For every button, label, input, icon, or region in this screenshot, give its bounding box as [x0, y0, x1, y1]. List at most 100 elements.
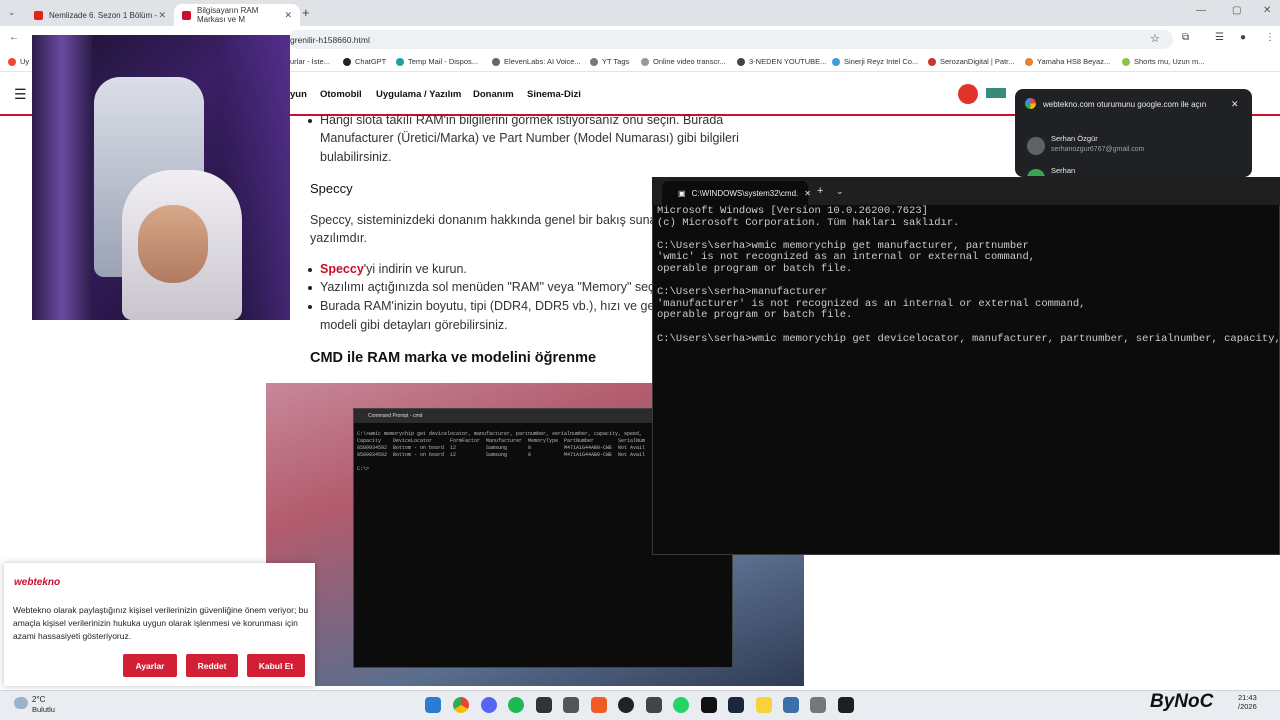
webtekno-logo: webtekno [14, 577, 61, 588]
minimize-icon[interactable]: — [1196, 5, 1206, 16]
obs-icon[interactable] [618, 697, 634, 713]
browser-tab-webtekno[interactable]: Bilgisayarın RAM Markası ve M ✕ [174, 4, 300, 26]
app-icon[interactable] [810, 697, 826, 713]
terminal-icon: ▣ [678, 188, 686, 198]
url-text[interactable]: grenilir-h158660.html [290, 35, 370, 45]
taskbar [0, 690, 1280, 720]
cmd-title: Command Prompt - cmd [368, 413, 423, 419]
whatsapp-icon[interactable] [673, 697, 689, 713]
close-icon[interactable]: ✕ [804, 189, 811, 198]
avatar [1027, 169, 1045, 176]
section-heading-speccy: Speccy [310, 181, 353, 196]
bookmark-item[interactable]: urlar - İste... [290, 57, 330, 66]
taskbar-clock[interactable]: 21:43 /2026 [1238, 693, 1257, 711]
article-text: bulabilirsiniz. [320, 150, 392, 164]
close-icon[interactable]: ✕ [284, 10, 292, 21]
article-list-item: Burada RAM'inizin boyutu, tipi (DDR4, DD… [320, 299, 662, 313]
google-account-item[interactable]: Serhan Özgür serhanozgur6767@gmail.com [1027, 134, 1227, 164]
bookmark-star-icon[interactable]: ☆ [1150, 32, 1160, 45]
steam-icon[interactable] [728, 697, 744, 713]
avatar [1027, 137, 1045, 155]
settings-sliders-icon[interactable]: ☰ [1215, 32, 1224, 43]
channel-watermark: ByNoC [1150, 691, 1214, 712]
bookmark-item[interactable]: Sinerji Reyz Intel Co... [832, 57, 918, 66]
cookie-settings-button[interactable]: Ayarlar [123, 654, 177, 677]
new-tab-icon[interactable]: + [302, 5, 310, 20]
popup-title: webtekno.com oturumunu google.com ile aç… [1043, 100, 1207, 109]
site-partner-logo [986, 88, 1006, 98]
google-signin-popup: webtekno.com oturumunu google.com ile aç… [1015, 89, 1252, 177]
article-list-item: Yazılımı açtığınızda sol menüden "RAM" v… [320, 280, 662, 294]
profile-icon[interactable]: ● [1240, 32, 1246, 43]
bookmark-item[interactable]: 3-NEDEN YOUTUBE... [737, 57, 826, 66]
app-icon[interactable] [783, 697, 799, 713]
hamburger-menu-icon[interactable]: ☰ [14, 86, 27, 103]
article-list-item: Speccy'yi indirin ve kurun. [320, 262, 467, 276]
nav-link-uygulama[interactable]: Uygulama / Yazılım [376, 89, 461, 100]
bullet-icon [308, 286, 312, 290]
terminal-line: C:\Users\serha>wmic memorychip get devic… [657, 332, 1280, 345]
streamer-face [138, 205, 208, 283]
spotify-icon[interactable] [508, 697, 524, 713]
terminal-output[interactable]: Microsoft Windows [Version 10.0.26200.76… [657, 205, 1280, 345]
terminal-icon[interactable] [838, 697, 854, 713]
window-close-icon[interactable]: ✕ [1263, 5, 1271, 16]
article-text: Manufacturer (Üretici/Marka) ve Part Num… [320, 131, 739, 145]
bookmark-item[interactable]: Online video transcr... [641, 57, 726, 66]
google-account-item[interactable]: Serhan [1027, 166, 1227, 176]
webtekno-icon [182, 10, 191, 20]
nav-link-otomobil[interactable]: Otomobil [320, 89, 362, 100]
terminal-line: C:\Users\serha>manufacturer [657, 286, 828, 299]
cookie-consent-banner: webtekno Webtekno olarak paylaştığınız k… [4, 563, 315, 686]
cookie-text: Webtekno olarak paylaştığınız kişisel ve… [13, 605, 309, 641]
address-bar[interactable] [288, 30, 1173, 49]
terminal-line: Microsoft Windows [Version 10.0.26200.76… [657, 205, 928, 217]
cookie-accept-button[interactable]: Kabul Et [247, 654, 305, 677]
chevron-down-icon[interactable]: ⌄ [836, 186, 844, 197]
bookmark-item[interactable]: Temp Mail - Dispos... [396, 57, 478, 66]
close-icon[interactable]: ✕ [158, 10, 166, 21]
audio-icon[interactable] [646, 697, 662, 713]
webcam-overlay [32, 35, 290, 320]
nav-link-donanim[interactable]: Donanım [473, 89, 514, 100]
browser-tab-strip: ⌄ Nemlizade 6. Sezon 1 Bölüm - ✕ Bilgisa… [0, 0, 1280, 26]
site-promo-icon[interactable] [958, 84, 978, 104]
discord-icon[interactable] [481, 697, 497, 713]
bookmark-item[interactable]: YT Tags [590, 57, 629, 66]
app-icon[interactable] [756, 697, 772, 713]
cookie-reject-button[interactable]: Reddet [186, 654, 238, 677]
nav-link[interactable]: yun [290, 89, 307, 100]
bookmark-item[interactable]: ChatGPT [343, 57, 386, 66]
new-terminal-tab-icon[interactable]: + [817, 185, 823, 197]
terminal-tab[interactable]: ▣ C:\WINDOWS\system32\cmd. ✕ [662, 181, 811, 205]
bookmark-item[interactable]: Yamaha HS8 Beyaz... [1025, 57, 1110, 66]
speccy-link[interactable]: Speccy [320, 262, 364, 276]
app-icon[interactable] [563, 697, 579, 713]
capcut-icon[interactable] [701, 697, 717, 713]
maximize-icon[interactable]: ▢ [1232, 5, 1241, 16]
browser-tab-youtube[interactable]: Nemlizade 6. Sezon 1 Bölüm - ✕ [26, 4, 174, 26]
bookmark-item[interactable]: Shorts mu, Uzun m... [1122, 57, 1204, 66]
bookmark-item[interactable]: SerozanDigital | Patr... [928, 57, 1014, 66]
chrome-icon[interactable] [453, 697, 469, 713]
extensions-icon[interactable]: ⧉ [1182, 32, 1189, 43]
start-icon[interactable] [425, 697, 441, 713]
back-icon[interactable]: ← [9, 32, 19, 43]
close-icon[interactable]: ✕ [1231, 99, 1239, 110]
tab-title: Nemlizade 6. Sezon 1 Bölüm - [49, 10, 158, 20]
bookmark-item[interactable]: Uy [8, 57, 29, 66]
cloud-icon [14, 697, 28, 709]
weather-condition: Bulutlu [32, 705, 55, 714]
bookmark-item[interactable]: ElevenLabs: AI Voice... [492, 57, 581, 66]
youtube-icon [34, 10, 43, 20]
terminal-line: (c) Microsoft Corporation. Tüm hakları s… [657, 216, 960, 229]
brave-icon[interactable] [591, 697, 607, 713]
nav-link-sinema[interactable]: Sinema-Dizi [527, 89, 581, 100]
menu-icon[interactable]: ⋮ [1265, 32, 1275, 43]
article-text: Hangi slota takılı RAM'in bilgilerini gö… [320, 113, 724, 127]
bullet-icon [308, 119, 312, 123]
tab-search-icon[interactable]: ⌄ [8, 7, 16, 18]
terminal-tab-title: C:\WINDOWS\system32\cmd. [691, 188, 799, 198]
app-icon[interactable] [536, 697, 552, 713]
